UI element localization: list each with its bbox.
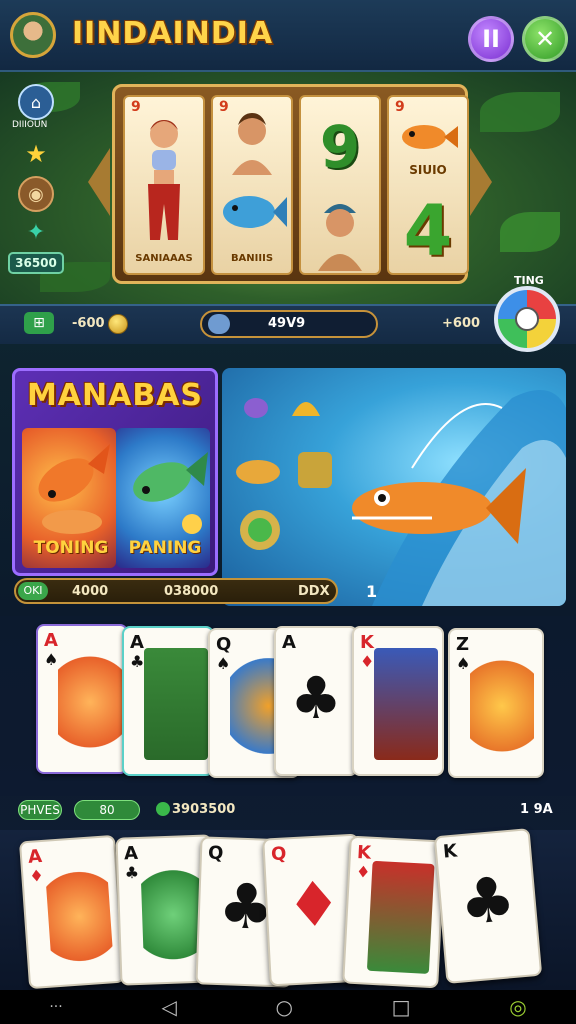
phase-label: PHVES xyxy=(18,800,62,820)
player-avatar[interactable] xyxy=(10,12,56,58)
cash-icon: ⊞ xyxy=(24,312,54,334)
goldfish-art-icon xyxy=(470,650,534,762)
card[interactable]: Z ♠ xyxy=(448,628,544,778)
card-rank: A xyxy=(130,632,144,653)
leaf-decoration xyxy=(480,92,560,132)
home-icon[interactable]: ○ xyxy=(275,995,292,1019)
shield-icon[interactable]: ◉ xyxy=(18,176,54,212)
reel-label: BANIIIS xyxy=(230,253,274,264)
card[interactable]: A ♣ xyxy=(122,626,214,776)
card-rank: Q xyxy=(216,634,232,655)
card-rank: A xyxy=(44,630,58,651)
reel-bottom-symbol: 4 xyxy=(403,190,453,272)
fish-art-icon xyxy=(58,646,122,758)
card-rank: Q xyxy=(270,843,287,866)
phase-value: 80 xyxy=(74,800,140,820)
stat-d: 1 xyxy=(366,582,378,601)
card-suit: ♠ xyxy=(44,650,59,669)
reel-mid-text: SIUIO xyxy=(409,163,447,177)
hand-card[interactable]: A ♦ xyxy=(18,834,126,990)
man-symbol-icon xyxy=(213,107,291,177)
card-suit: ♦ xyxy=(355,861,371,882)
farmer-art-icon xyxy=(144,648,208,760)
fishing-scene xyxy=(222,368,566,606)
progress-knob[interactable] xyxy=(208,314,230,334)
status-dot-icon xyxy=(156,802,170,816)
fish-symbol-icon xyxy=(213,179,291,245)
reel-right-arrow-icon[interactable] xyxy=(470,148,492,216)
card-rank: K xyxy=(360,632,374,653)
coin-icon xyxy=(108,314,128,334)
system-nav-bar: ··· ◁ ○ □ ◎ xyxy=(0,990,576,1024)
coin-amount: -600 xyxy=(72,316,105,331)
progress-value: 49V9 xyxy=(268,316,306,331)
wheel-hub-icon xyxy=(515,307,539,331)
reel-number: 9 xyxy=(395,99,405,115)
hand-card[interactable]: K ♦ xyxy=(342,835,446,989)
reel-top-symbol: 9 xyxy=(319,113,361,181)
reel-4: 9 SIUIO 4 xyxy=(387,95,469,275)
card-suit: ♣ xyxy=(290,664,342,732)
hand-card[interactable]: K ♣ xyxy=(433,828,543,984)
bonus-title: MANABAS xyxy=(26,378,204,413)
leaf-decoration xyxy=(500,212,560,252)
pause-button[interactable]: II xyxy=(468,16,514,62)
card-rank: A xyxy=(282,632,296,653)
fish-symbol-icon xyxy=(389,117,467,157)
character-art-icon xyxy=(366,860,435,974)
menu-icon[interactable]: ··· xyxy=(49,999,62,1015)
stat-badge: OKI xyxy=(18,582,48,600)
reel-label: SANIAAAS xyxy=(135,253,193,264)
card-suit: ♣ xyxy=(456,861,519,940)
card[interactable]: K ♦ xyxy=(352,626,444,776)
tile-caption: PANING xyxy=(128,538,202,558)
reel-3: 9 xyxy=(299,95,381,275)
stat-a: 4000 xyxy=(72,584,109,599)
map-icon[interactable]: ⌂ xyxy=(18,84,54,120)
boy-symbol-icon xyxy=(301,189,379,273)
back-icon[interactable]: ◁ xyxy=(161,995,176,1019)
right-amount: +600 xyxy=(442,316,481,331)
card-rank: K xyxy=(356,841,372,864)
gem-icon[interactable]: ✦ xyxy=(18,214,54,250)
wheel-label: TING xyxy=(514,274,544,287)
assistant-icon[interactable]: ◎ xyxy=(509,995,526,1019)
king-art-icon xyxy=(374,648,438,760)
stat-b: 038000 xyxy=(164,584,219,599)
card-suit: ♠ xyxy=(456,654,471,673)
reel-1: 9 SANIAAAS xyxy=(123,95,205,275)
card-rank: A xyxy=(27,845,43,868)
card-rank: Z xyxy=(456,634,470,655)
card-suit: ♠ xyxy=(216,654,231,673)
card-suit: ♣ xyxy=(124,862,140,883)
game-title: IINDAINDIA xyxy=(72,16,274,51)
card[interactable]: A ♣ xyxy=(274,626,358,776)
close-button[interactable]: ✕ xyxy=(522,16,568,62)
stat-c: DDX xyxy=(298,584,330,599)
card-rank: K xyxy=(442,840,458,863)
tile-caption: TONING xyxy=(33,538,109,558)
card-suit: ♣ xyxy=(130,652,145,671)
card-suit: ♦ xyxy=(28,865,45,886)
recent-apps-icon[interactable]: □ xyxy=(392,995,411,1019)
card-rank: Q xyxy=(207,842,224,865)
fish-art-icon xyxy=(44,859,115,974)
woman-symbol-icon xyxy=(125,107,203,247)
card-rank: A xyxy=(123,842,139,865)
score-value: 3903500 xyxy=(172,802,236,817)
right-value: 1 9A xyxy=(520,802,553,817)
reel-2: 9 BANIIIS xyxy=(211,95,293,275)
side-label: DIIIOUN xyxy=(12,120,48,130)
star-icon[interactable]: ★ xyxy=(18,136,54,172)
side-money: 36500 xyxy=(8,252,64,274)
reel-left-arrow-icon[interactable] xyxy=(88,148,110,216)
card-suit: ♦ xyxy=(360,652,375,671)
slot-machine: 9 SANIAAAS 9 BANIIIS 9 9 SIUIO 4 xyxy=(112,84,469,284)
game-screen: IINDAINDIA II ✕ ⌂ DIIIOUN ★ ◉ ✦ 36500 9 xyxy=(0,0,576,1024)
card[interactable]: A ♠ xyxy=(36,624,128,774)
